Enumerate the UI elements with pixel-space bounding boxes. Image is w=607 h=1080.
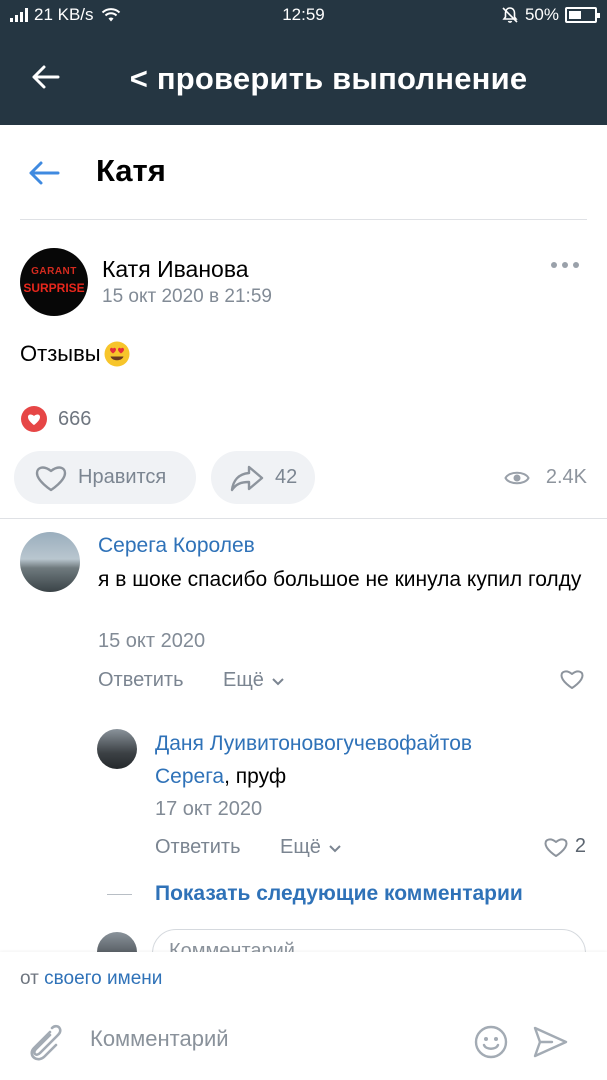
comment-text-body: , пруф bbox=[224, 765, 287, 788]
post-as-prefix: от bbox=[20, 968, 45, 989]
status-right: 50% bbox=[501, 5, 600, 25]
comment-author-name[interactable]: Серега Королев bbox=[98, 534, 255, 558]
eye-icon bbox=[504, 471, 530, 484]
comments-divider bbox=[0, 518, 607, 519]
comment-input[interactable]: Комментарий bbox=[90, 1026, 460, 1060]
chevron-down-icon bbox=[272, 678, 285, 686]
reply-button[interactable]: Ответить bbox=[98, 669, 184, 692]
more-button[interactable]: Ещё bbox=[280, 836, 342, 859]
header-title[interactable]: < проверить выполнение bbox=[130, 61, 528, 96]
battery-icon bbox=[565, 7, 600, 23]
app-header: < проверить выполнение bbox=[0, 31, 607, 125]
battery-percent: 50% bbox=[524, 5, 559, 24]
current-user-avatar bbox=[97, 932, 137, 952]
comment-like-count: 2 bbox=[574, 835, 586, 857]
paperclip-icon[interactable] bbox=[22, 1020, 62, 1064]
share-count: 42 bbox=[275, 466, 298, 488]
heart-eyes-emoji-icon bbox=[104, 341, 130, 367]
heart-outline-icon bbox=[560, 670, 584, 689]
share-button[interactable]: 42 bbox=[211, 451, 315, 504]
likes-count: 666 bbox=[58, 407, 92, 430]
views-counter: 2.4K bbox=[504, 466, 587, 489]
comment-composer: от своего имени Комментарий bbox=[0, 952, 607, 1080]
like-button[interactable]: Нравится bbox=[14, 451, 196, 504]
comment-author-avatar[interactable] bbox=[20, 532, 80, 592]
comment-like-button[interactable] bbox=[559, 668, 585, 690]
heart-outline-icon bbox=[35, 465, 67, 491]
post-as-selector[interactable]: от своего имени bbox=[20, 968, 162, 990]
send-icon[interactable] bbox=[532, 1024, 568, 1060]
post-author-name[interactable]: Катя Иванова bbox=[102, 256, 249, 283]
thread-line bbox=[107, 894, 132, 895]
divider bbox=[20, 219, 587, 220]
heart-filled-icon bbox=[21, 406, 47, 432]
chevron-down-icon bbox=[329, 845, 342, 853]
more-options-icon[interactable] bbox=[551, 260, 579, 270]
post-text-row: Отзывы bbox=[20, 340, 131, 368]
status-bar: 21 KB/s 12:59 50% bbox=[0, 0, 607, 31]
share-icon bbox=[230, 465, 264, 491]
avatar-logo-line1: GARANT bbox=[31, 266, 77, 277]
comment-author-avatar[interactable] bbox=[97, 729, 137, 769]
avatar-logo-line2: SURPRISE bbox=[23, 281, 85, 295]
mute-bell-icon bbox=[502, 7, 518, 23]
likes-summary[interactable]: 666 bbox=[20, 405, 91, 433]
inline-comment-row: Комментарий bbox=[0, 928, 607, 952]
comment-author-name[interactable]: Даня Луивитоновогучевофайтов bbox=[155, 732, 472, 756]
post-date: 15 окт 2020 в 21:59 bbox=[102, 286, 272, 307]
like-button-label: Нравится bbox=[78, 466, 167, 488]
back-arrow-icon[interactable] bbox=[26, 155, 62, 191]
sub-header: Катя bbox=[0, 125, 607, 220]
comment-like-button[interactable]: 2 bbox=[543, 835, 586, 858]
battery-level bbox=[569, 11, 581, 19]
show-more-link[interactable]: Показать следующие комментарии bbox=[155, 882, 523, 906]
more-button-label: Ещё bbox=[223, 669, 264, 691]
more-button[interactable]: Ещё bbox=[223, 669, 285, 692]
post-as-name[interactable]: своего имени bbox=[44, 968, 162, 989]
comment-text: я в шоке спасибо большое не кинула купил… bbox=[98, 568, 582, 591]
profile-name: Катя bbox=[96, 153, 166, 188]
views-count: 2.4K bbox=[545, 466, 587, 488]
comment-date: 17 окт 2020 bbox=[155, 798, 263, 820]
header-title-wrap: < проверить выполнение bbox=[0, 61, 607, 97]
reply-button[interactable]: Ответить bbox=[155, 836, 241, 859]
show-more-comments: Показать следующие комментарии bbox=[0, 880, 607, 912]
post-text: Отзывы bbox=[20, 341, 101, 366]
heart-outline-icon bbox=[544, 837, 568, 857]
comment-date: 15 окт 2020 bbox=[98, 630, 206, 652]
inline-comment-field[interactable]: Комментарий bbox=[152, 929, 586, 952]
emoji-icon[interactable] bbox=[473, 1024, 509, 1060]
more-button-label: Ещё bbox=[280, 836, 321, 858]
comment-text: Серега, пруф bbox=[155, 761, 286, 793]
mention-link[interactable]: Серега bbox=[155, 765, 224, 788]
post-author-avatar[interactable]: GARANT SURPRISE bbox=[20, 248, 88, 316]
